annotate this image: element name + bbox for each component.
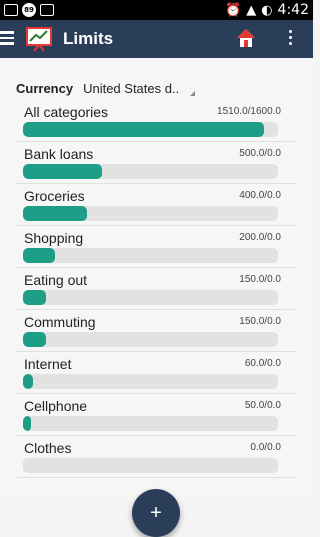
limit-category-name: Commuting (24, 314, 96, 330)
limit-amount: 150.0/0.0 (239, 316, 281, 327)
home-icon[interactable] (236, 28, 256, 48)
limit-row[interactable]: Bank loans 500.0/0.0 (16, 142, 297, 184)
limit-category-name: Eating out (24, 272, 88, 288)
limit-amount: 200.0/0.0 (239, 232, 281, 243)
limit-progress-bar (23, 416, 278, 431)
image-icon (40, 4, 54, 16)
photo-icon (4, 4, 18, 16)
notification-badge: 89 (22, 3, 36, 17)
currency-dropdown[interactable]: United States d.. (83, 81, 196, 96)
limit-progress-bar (23, 332, 278, 347)
limit-category-name: Groceries (24, 188, 85, 204)
limit-progress-bar (23, 122, 278, 137)
limit-progress-fill (23, 122, 264, 137)
limit-amount: 50.0/0.0 (244, 400, 281, 411)
limit-row[interactable]: Commuting 150.0/0.0 (16, 310, 297, 352)
limit-amount: 0.0/0.0 (250, 442, 281, 453)
limit-row[interactable]: Internet 60.0/0.0 (16, 352, 297, 394)
more-vert-icon[interactable] (289, 30, 293, 46)
limit-row[interactable]: Cellphone 50.0/0.0 (16, 394, 297, 436)
limit-amount: 1510.0/1600.0 (217, 106, 281, 117)
limit-row[interactable]: All categories 1510.0/1600.0 (16, 100, 297, 142)
limit-progress-bar (23, 206, 278, 221)
limit-progress-fill (23, 416, 31, 431)
alarm-icon: ⏰ (225, 2, 242, 18)
limit-progress-fill (23, 248, 55, 263)
limit-category-name: Bank loans (24, 146, 94, 162)
limit-progress-bar (23, 164, 278, 179)
limit-progress-bar (23, 290, 278, 305)
limit-row[interactable]: Clothes 0.0/0.0 (16, 436, 297, 478)
limit-row[interactable]: Groceries 400.0/0.0 (16, 184, 297, 226)
status-time: 4:42 (277, 2, 309, 18)
limit-progress-fill (23, 290, 46, 305)
limit-progress-fill (23, 206, 87, 221)
limit-progress-fill (23, 374, 34, 389)
signal-icon: ▲ (246, 2, 257, 18)
limit-amount: 500.0/0.0 (239, 148, 281, 159)
limits-content: Currency United States d.. All categorie… (0, 58, 313, 537)
app-bar: Limits (0, 20, 313, 58)
app-logo-icon[interactable] (25, 26, 53, 52)
limit-category-name: Internet (24, 356, 72, 372)
limit-row[interactable]: Shopping 200.0/0.0 (16, 226, 297, 268)
limit-category-name: Shopping (24, 230, 84, 246)
limit-progress-fill (23, 332, 46, 347)
sync-icon: ◐ (261, 2, 273, 18)
limit-amount: 60.0/0.0 (244, 358, 281, 369)
status-system: ⏰ ▲ ◐ 4:42 (225, 2, 309, 18)
limit-category-name: All categories (24, 104, 109, 120)
limit-progress-bar (23, 374, 278, 389)
limit-amount: 400.0/0.0 (239, 190, 281, 201)
limit-amount: 150.0/0.0 (239, 274, 281, 285)
currency-label: Currency (16, 80, 74, 96)
add-limit-button[interactable]: + (132, 489, 180, 537)
limit-progress-bar (23, 248, 278, 263)
limit-row[interactable]: Eating out 150.0/0.0 (16, 268, 297, 310)
status-notifications: 89 (4, 3, 54, 17)
limit-progress-fill (23, 164, 103, 179)
currency-row: Currency United States d.. (16, 78, 196, 98)
status-bar: 89 ⏰ ▲ ◐ 4:42 (0, 0, 313, 20)
limit-category-name: Cellphone (24, 398, 88, 414)
limits-list: All categories 1510.0/1600.0 Bank loans 500… (16, 100, 297, 478)
page-title: Limits (63, 29, 114, 48)
limit-progress-bar (23, 458, 278, 473)
limit-category-name: Clothes (24, 440, 72, 456)
hamburger-menu-icon[interactable] (0, 31, 14, 45)
